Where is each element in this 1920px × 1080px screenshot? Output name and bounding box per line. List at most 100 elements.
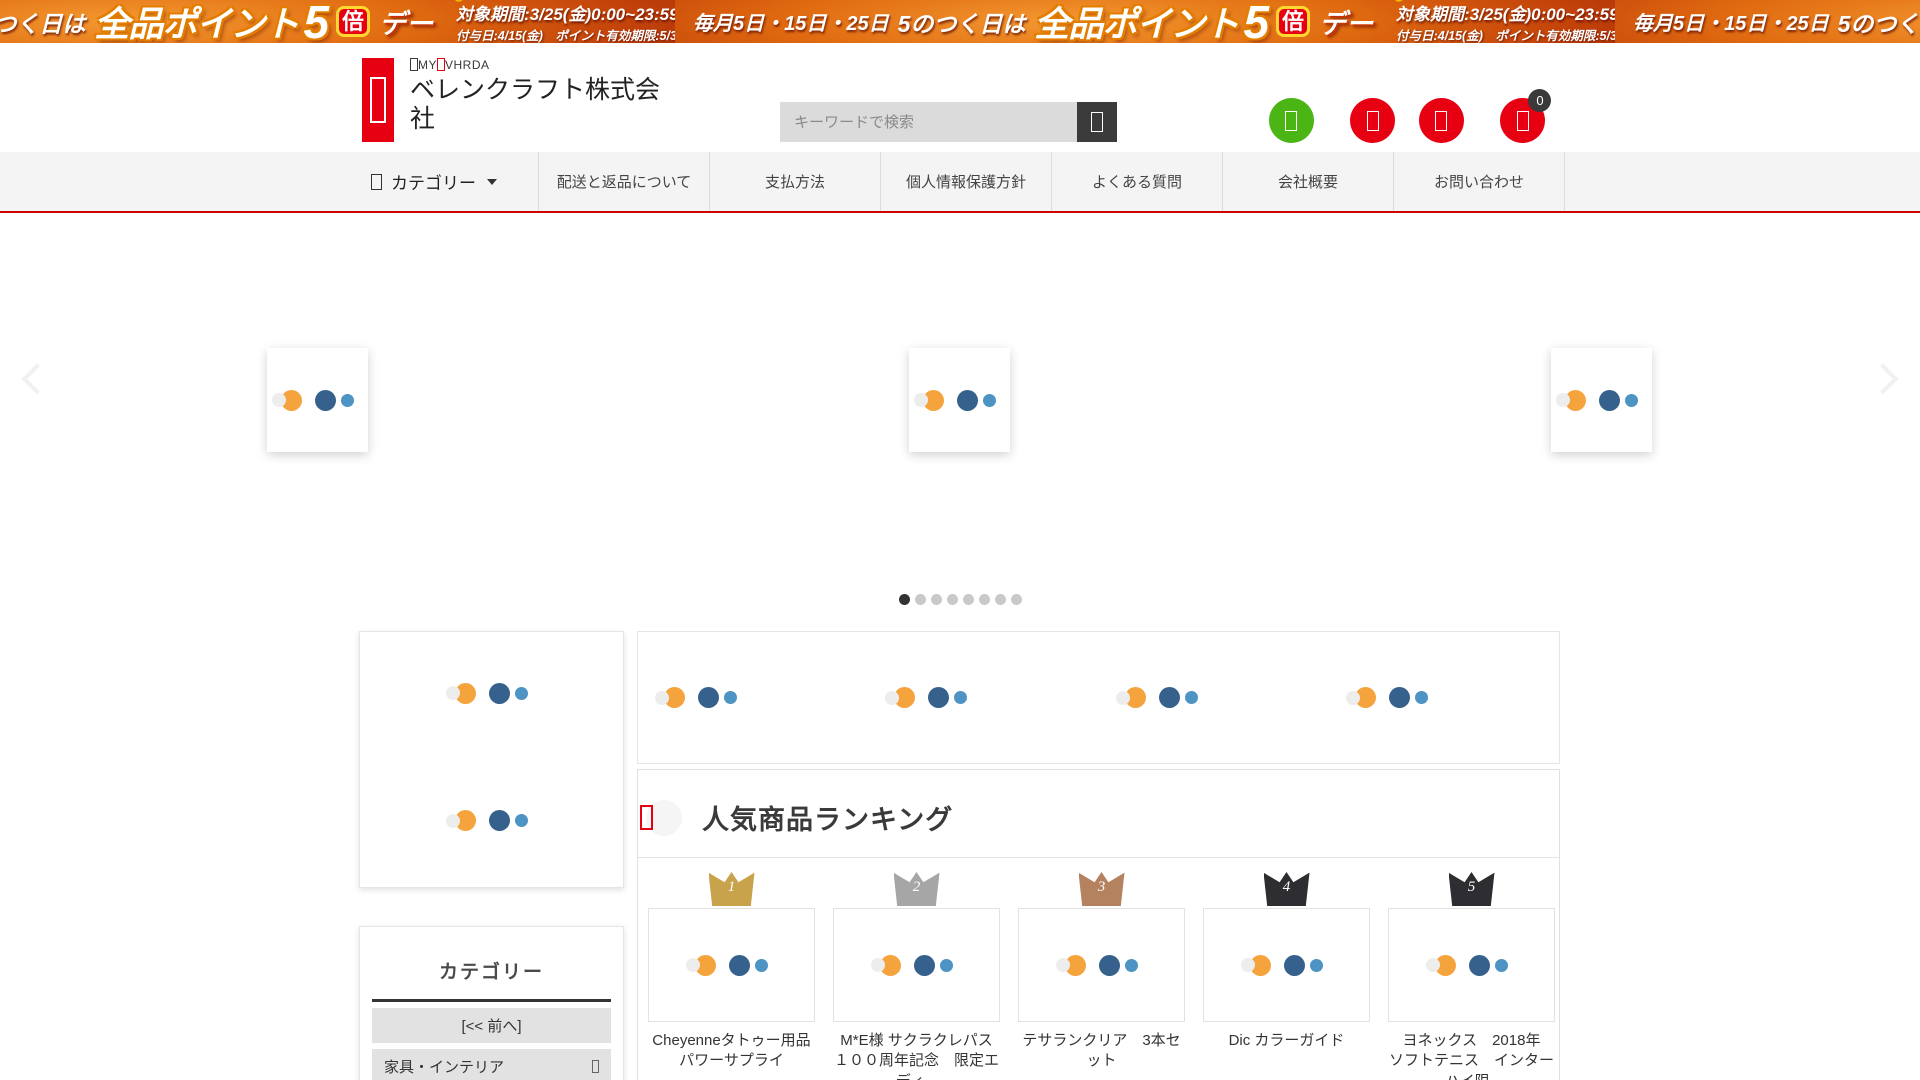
placeholder-image-dots (1345, 687, 1428, 708)
rank-number: 4 (1282, 879, 1291, 895)
promo-period-block: 対象期間:3/25(金)0:00~23:59 付与日:4/15(金) ポイント有… (454, 0, 705, 43)
sidebar-banner-image[interactable] (446, 810, 528, 836)
brand-tagline: MY VHRDA (410, 58, 682, 72)
nav-category-menu[interactable]: カテゴリー (365, 152, 539, 211)
placeholder-image-dots (914, 389, 996, 411)
ranking-product-5[interactable]: 5 ヨネックス 2018年 ソフトテニス インターハイ限.. (1388, 872, 1555, 1080)
missing-glyph-icon (1516, 110, 1529, 131)
carousel-slide-image[interactable] (909, 348, 1010, 452)
promo-period-line1: 対象期間:3/25(金)0:00~23:59 (456, 4, 679, 24)
search-button[interactable] (1077, 102, 1117, 142)
category-divider (372, 999, 611, 1002)
placeholder-image-dots (1056, 954, 1138, 976)
promo-period-block: 対象期間:3/25(金)0:00~23:59 付与日:4/15(金) ポイント有… (1394, 0, 1645, 43)
carousel-dot-active[interactable] (898, 594, 910, 605)
placeholder-image-dots (1556, 389, 1638, 411)
carousel-dot[interactable] (1010, 594, 1022, 605)
nav-item-payment[interactable]: 支払方法 (710, 152, 881, 211)
rank-crown-bronze-icon: 3 (1078, 872, 1125, 906)
promo-banner[interactable]: 毎月5日・15日・25日 5のつく日は 全品ポイント 5 倍 デー 対象期間:3… (0, 0, 1920, 43)
category-item-furniture[interactable]: 家具・インテリア (372, 1049, 611, 1080)
carousel-dot[interactable] (946, 594, 958, 605)
category-prev-label[interactable]: [<< 前へ] (461, 1015, 521, 1036)
category-prev-button[interactable]: [<< 前へ] (372, 1008, 611, 1043)
promo-banner-segment: 毎月5日・15日・25日 5のつく日は 全品ポイント 5 倍 デー 対象期間:3… (0, 0, 705, 43)
product-name[interactable]: Dic カラーガイド (1229, 1031, 1345, 1051)
carousel-next-arrow[interactable] (1867, 363, 1899, 395)
product-name[interactable]: テサランクリア 3本セット (1018, 1031, 1185, 1072)
placeholder-image-dots (1241, 954, 1323, 976)
featured-product[interactable] (868, 632, 1098, 763)
product-name[interactable]: M*E様 サクラクレパス １００周年記念 限定エディ... (833, 1031, 1008, 1080)
product-image-placeholder[interactable] (648, 908, 815, 1022)
product-image-placeholder[interactable] (1388, 908, 1555, 1022)
site-logo[interactable]: MY VHRDA ベレンクラフト株式会社 (362, 58, 682, 142)
carousel-dot[interactable] (994, 594, 1006, 605)
ranking-product-4[interactable]: 4 Dic カラーガイド (1203, 872, 1370, 1080)
promo-banner-track: 毎月5日・15日・25日 5のつく日は 全品ポイント 5 倍 デー 対象期間:3… (0, 0, 1920, 43)
category-item-label[interactable]: 家具・インテリア (384, 1056, 504, 1077)
promo-period-line2: 付与日:4/15(金) ポイント有効期限:5/31(火) (1396, 28, 1645, 43)
promo-lead-text: 5のつく日は (0, 10, 86, 37)
cart-icon[interactable]: 0 (1500, 89, 1552, 143)
ranking-crown-icon (640, 799, 682, 836)
sidebar-category-box: カテゴリー [<< 前へ] 家具・インテリア (359, 926, 624, 1080)
product-image-placeholder[interactable] (833, 908, 1000, 1022)
missing-glyph-icon (1435, 110, 1448, 131)
product-image-placeholder[interactable] (1018, 908, 1185, 1022)
carousel-dot[interactable] (962, 594, 974, 605)
rank-number: 5 (1467, 879, 1476, 895)
product-name[interactable]: Cheyenneタトゥー用品 パワーサプライ (648, 1031, 815, 1072)
promo-headline-text: 全品ポイント (1034, 5, 1239, 43)
nav-item-faq[interactable]: よくある質問 (1052, 152, 1223, 211)
carousel-slide-image[interactable] (267, 348, 368, 452)
missing-glyph-icon (370, 77, 386, 123)
carousel-dot[interactable] (914, 594, 926, 605)
promo-headline-text: 全品ポイント (94, 5, 299, 43)
nav-item-privacy[interactable]: 個人情報保護方針 (881, 152, 1052, 211)
product-name[interactable]: ヨネックス 2018年 ソフトテニス インターハイ限.. (1388, 1031, 1555, 1080)
promo-banner-segment: 毎月5日・15日・25日 5のつく日は 全品ポイント 5 倍 デー 対象期間:3… (1615, 0, 1920, 43)
missing-glyph-icon (1366, 110, 1379, 131)
ranking-section: 人気商品ランキング 1 Cheyenneタトゥー用品 パワーサプライ 2 M*E… (637, 769, 1560, 1080)
nav-item-company[interactable]: 会社概要 (1223, 152, 1394, 211)
rank-crown-dark-icon: 4 (1263, 872, 1310, 906)
sidebar-banner-image[interactable] (446, 682, 528, 709)
product-image-placeholder[interactable] (1203, 908, 1370, 1022)
checkout-icon[interactable] (1418, 98, 1464, 143)
carousel-prev-arrow[interactable] (21, 363, 53, 395)
account-icon[interactable] (1268, 98, 1314, 143)
carousel-dot[interactable] (930, 594, 942, 605)
login-icon[interactable] (1350, 98, 1396, 143)
carousel-slide-image[interactable] (1551, 348, 1652, 452)
missing-glyph-icon (640, 804, 653, 830)
nav-category-label[interactable]: カテゴリー (391, 169, 476, 194)
missing-glyph-icon (437, 58, 445, 71)
placeholder-image-dots (655, 687, 737, 708)
promo-lead-text: 5のつく日は (897, 10, 1026, 37)
featured-product[interactable] (1099, 632, 1329, 763)
promo-big-number: 5 (1243, 0, 1270, 43)
promo-monthly-text: 毎月5日・15日・25日 (1633, 13, 1829, 35)
nav-item-contact[interactable]: お問い合わせ (1394, 152, 1565, 211)
promo-period-line1: 対象期間:3/25(金)0:00~23:59 (1396, 4, 1619, 24)
featured-product[interactable] (638, 632, 868, 763)
featured-products-box (637, 631, 1560, 764)
nav-item-shipping-returns[interactable]: 配送と返品について (539, 152, 710, 211)
carousel-dot[interactable] (978, 594, 990, 605)
placeholder-image-dots (1115, 687, 1198, 708)
nav-filler (1565, 152, 1920, 211)
promo-period-line2: 付与日:4/15(金) ポイント有効期限:5/31(火) (456, 28, 705, 43)
search-input[interactable] (780, 102, 1077, 142)
ranking-product-3[interactable]: 3 テサランクリア 3本セット (1018, 872, 1185, 1080)
brand-tagline-right: VHRDA (445, 58, 490, 72)
featured-product[interactable] (1329, 632, 1559, 763)
placeholder-image-dots (871, 954, 953, 976)
ranking-product-1[interactable]: 1 Cheyenneタトゥー用品 パワーサプライ (648, 872, 815, 1080)
category-heading: カテゴリー (438, 962, 544, 983)
placeholder-image-dots (885, 687, 968, 708)
main-nav: カテゴリー 配送と返品について 支払方法 個人情報保護方針 よくある質問 会社概… (0, 152, 1920, 213)
placeholder-image-dots (1426, 954, 1508, 976)
ranking-product-2[interactable]: 2 M*E様 サクラクレパス １００周年記念 限定エディ... (833, 872, 1008, 1080)
promo-bai-badge: 倍 (1276, 5, 1311, 38)
